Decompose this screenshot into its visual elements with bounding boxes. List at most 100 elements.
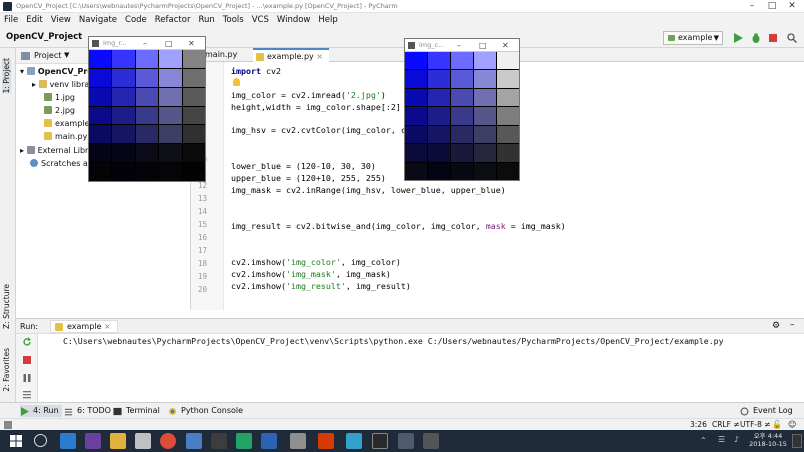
close-button[interactable]: ✕ (188, 37, 195, 50)
run-console[interactable]: C:\Users\webnautes\PycharmProjects\OpenC… (38, 334, 804, 402)
tab-example-py[interactable]: example.py × (253, 48, 330, 62)
image-swatch (428, 125, 450, 144)
image-swatch (182, 125, 205, 144)
network-icon[interactable]: ☰ (718, 435, 725, 444)
search-icon[interactable] (34, 434, 47, 447)
pycharm-icon[interactable] (398, 433, 414, 449)
breadcrumb[interactable]: OpenCV_Project (6, 32, 82, 42)
project-view-selector[interactable]: Project (34, 51, 61, 60)
maximize-button[interactable]: □ (165, 37, 173, 50)
line-number: 20 (197, 285, 207, 294)
tree-item-1jpg[interactable]: 1.jpg (44, 91, 75, 104)
folder-icon (26, 67, 35, 75)
menu-edit[interactable]: Edit (22, 13, 46, 28)
chevron-down-icon[interactable]: ▼ (64, 51, 69, 59)
image-swatch (112, 106, 135, 125)
maximize-button[interactable]: □ (479, 39, 487, 52)
tree-item-venv[interactable]: ▸ venv libra (32, 78, 89, 91)
lightbulb-icon[interactable] (233, 78, 240, 86)
windows-start-icon[interactable] (8, 433, 24, 449)
caret-position[interactable]: 3:26 (690, 420, 707, 429)
taskbar: ⌃ ☰ ♪ 오후 4:44 2018-10-15 (0, 430, 804, 452)
settings-icon[interactable] (22, 389, 32, 399)
gear-icon[interactable]: ⚙ (772, 321, 780, 331)
menu-run[interactable]: Run (194, 13, 218, 28)
inspector-icon[interactable]: ☺ (788, 420, 796, 429)
file-explorer-icon[interactable] (110, 433, 126, 449)
img-window-titlebar[interactable]: img_r... – □ ✕ (89, 37, 205, 50)
search-icon[interactable] (787, 33, 797, 43)
opencv-window-icon[interactable] (423, 433, 439, 449)
notification-icon[interactable] (792, 434, 802, 448)
tree-item-main[interactable]: main.py (44, 130, 87, 143)
image-swatch (428, 52, 450, 70)
image-swatch (159, 87, 182, 106)
tool-tab-todo[interactable]: 6: TODO (64, 405, 111, 417)
project-tool-tab[interactable]: 1: Project (2, 58, 11, 94)
todo-icon (64, 408, 73, 416)
stop-icon[interactable] (768, 33, 778, 43)
menu-help[interactable]: Help (314, 13, 341, 28)
image-swatch (182, 106, 205, 125)
run-config-dropdown[interactable]: example ▼ (663, 31, 723, 45)
menu-code[interactable]: Code (121, 13, 151, 28)
maximize-button[interactable]: □ (762, 0, 782, 13)
close-icon[interactable]: × (104, 322, 111, 331)
menu-vcs[interactable]: VCS (248, 13, 273, 28)
menu-tools[interactable]: Tools (219, 13, 248, 28)
file-encoding[interactable]: UTF-8 ≠ (740, 420, 771, 429)
word-icon[interactable] (261, 433, 277, 449)
app-blue-icon[interactable] (346, 433, 362, 449)
app-gray-icon[interactable] (290, 433, 306, 449)
menu-navigate[interactable]: Navigate (75, 13, 121, 28)
menu-refactor[interactable]: Refactor (151, 13, 195, 28)
structure-tool-tab[interactable]: Z: Structure (2, 284, 11, 329)
volume-icon[interactable]: ♪ (734, 435, 739, 444)
image-swatch (182, 144, 205, 163)
tool-tab-python-console[interactable]: Python Console (168, 405, 243, 417)
line-separator[interactable]: CRLF ≠ (712, 420, 740, 429)
minimize-button[interactable]: – (143, 37, 147, 50)
run-tab-example[interactable]: example × (50, 320, 118, 333)
app-green-icon[interactable] (236, 433, 252, 449)
minimize-button[interactable]: – (742, 0, 762, 13)
left-tool-strip: 1: Project Z: Structure 2: Favorites (0, 48, 16, 402)
tool-tab-event-log[interactable]: Event Log (740, 405, 793, 417)
run-tab-label: example (67, 322, 102, 331)
tree-external-libraries[interactable]: ▸ External Librar (20, 144, 97, 157)
visual-studio-icon[interactable] (85, 433, 101, 449)
menu-view[interactable]: View (47, 13, 75, 28)
menu-file[interactable]: File (0, 13, 22, 28)
close-button[interactable]: ✕ (782, 0, 802, 13)
img-window-titlebar[interactable]: img_c... – □ ✕ (405, 39, 519, 52)
chrome-icon[interactable] (160, 433, 176, 449)
minimize-button[interactable]: – (457, 39, 461, 52)
rerun-icon[interactable] (22, 337, 32, 347)
hide-panel-icon[interactable]: – (790, 320, 795, 330)
stop-icon[interactable] (22, 355, 32, 365)
tool-tab-run[interactable]: 4: Run (20, 405, 62, 417)
app-icon[interactable] (211, 433, 227, 449)
pause-icon[interactable] (22, 373, 32, 383)
close-button[interactable]: ✕ (502, 39, 509, 52)
run-icon[interactable] (733, 33, 743, 43)
terminal-icon[interactable] (372, 433, 388, 449)
store-icon[interactable] (135, 433, 151, 449)
lock-icon[interactable]: 🔓 (772, 420, 782, 429)
menu-window[interactable]: Window (273, 13, 315, 28)
powerpoint-icon[interactable] (318, 433, 334, 449)
img-color-window[interactable]: img_c... – □ ✕ (404, 38, 520, 181)
system-tray-icon[interactable]: ⌃ (700, 436, 707, 445)
tool-tab-terminal[interactable]: Terminal (113, 405, 160, 417)
tree-item-2jpg[interactable]: 2.jpg (44, 104, 75, 117)
line-number: 15 (197, 220, 207, 229)
edge-icon[interactable] (60, 433, 76, 449)
tool-tab-label: 4: Run (33, 406, 59, 415)
favorites-tool-tab[interactable]: 2: Favorites (2, 348, 11, 392)
close-icon[interactable]: × (316, 52, 323, 61)
debug-icon[interactable] (751, 33, 761, 43)
status-layout-icon[interactable] (4, 421, 12, 429)
vs-code-icon[interactable] (186, 433, 202, 449)
img-result-window[interactable]: img_r... – □ ✕ (88, 36, 206, 182)
clock[interactable]: 오후 4:44 2018-10-15 (748, 432, 788, 448)
